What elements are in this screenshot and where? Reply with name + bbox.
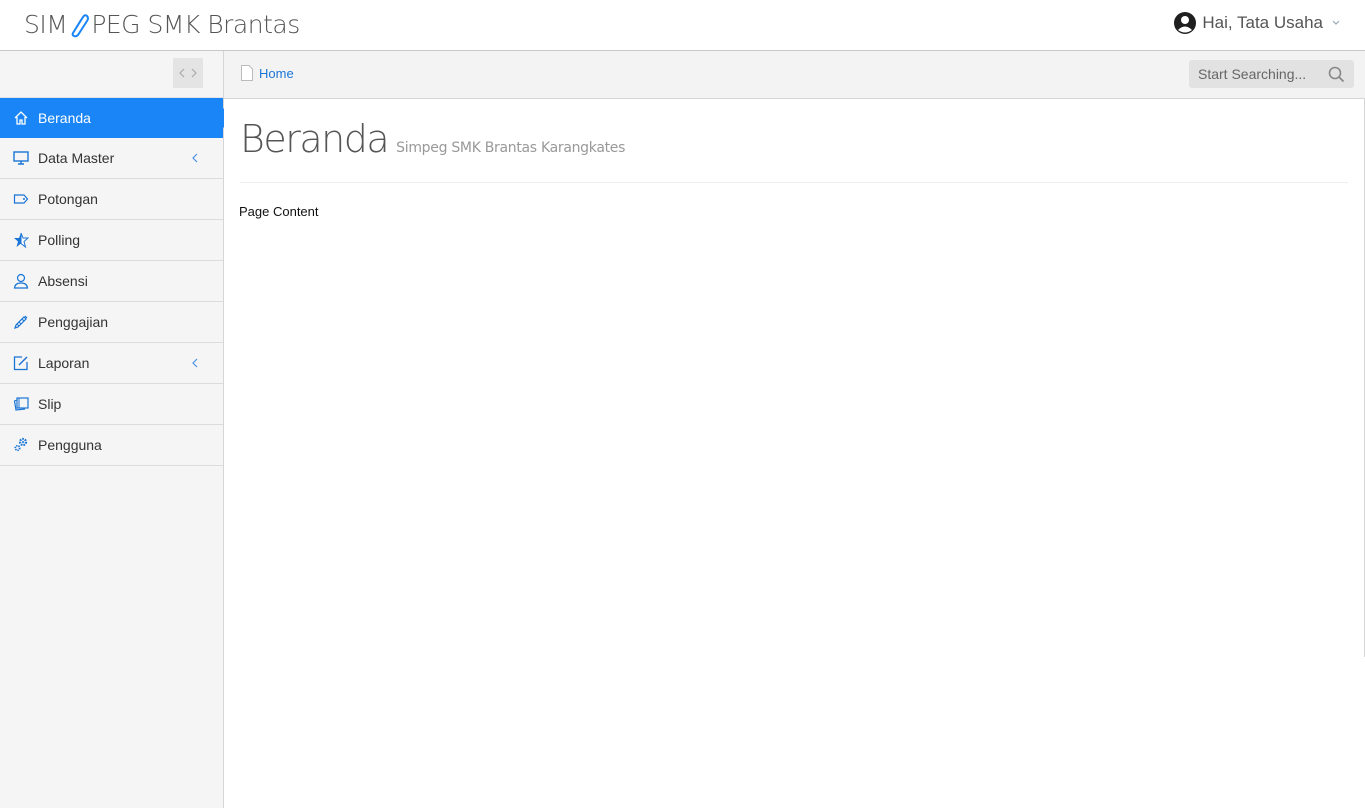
header-divider (240, 182, 1348, 183)
sidebar-item-label: Pengguna (38, 437, 102, 453)
user-menu[interactable]: Hai, Tata Usaha (1173, 11, 1341, 35)
page-body-text: Page Content (239, 204, 319, 219)
sidebar-item-slip[interactable]: Slip (0, 384, 223, 425)
home-icon (12, 109, 29, 126)
sidebar-item-beranda[interactable]: Beranda (0, 98, 233, 138)
tag-icon (12, 191, 29, 208)
sidebar-item-data-master[interactable]: Data Master (0, 138, 223, 179)
top-navbar: SIM PEG SMK Brantas Hai, Tata Usaha (0, 0, 1365, 51)
search-input[interactable] (1189, 66, 1319, 82)
sidebar-item-label: Laporan (38, 355, 90, 371)
page-subtitle: Simpeg SMK Brantas Karangkates (396, 140, 626, 156)
notes-icon (12, 396, 29, 413)
chevron-down-icon (1332, 20, 1340, 25)
breadcrumb-home-link[interactable]: Home (259, 66, 294, 81)
sidebar-item-laporan[interactable]: Laporan (0, 343, 223, 384)
sidebar-item-penggajian[interactable]: Penggajian (0, 302, 223, 343)
search-icon[interactable] (1328, 66, 1345, 83)
paperclip-icon (71, 13, 90, 37)
edit-icon (12, 355, 29, 372)
brand-prefix: SIM (24, 10, 68, 39)
brand-logo[interactable]: SIM PEG SMK Brantas (24, 10, 300, 39)
search-box (1189, 60, 1354, 88)
sidebar-item-absensi[interactable]: Absensi (0, 261, 223, 302)
sidebar-item-label: Absensi (38, 273, 88, 289)
main-content: Beranda Simpeg SMK Brantas Karangkates P… (224, 99, 1365, 657)
brand-suffix: PEG SMK Brantas (91, 10, 300, 39)
sidebar: Beranda Data Master Potongan Polling Abs… (0, 51, 233, 808)
sidebar-item-pengguna[interactable]: Pengguna (0, 425, 223, 466)
sidebar-item-label: Polling (38, 232, 81, 248)
page-title: Beranda (240, 117, 390, 161)
user-avatar-icon (1174, 12, 1197, 34)
sidebar-item-label: Potongan (38, 191, 98, 207)
sidebar-item-polling[interactable]: Polling (0, 220, 223, 261)
user-icon (12, 273, 29, 290)
monitor-icon (12, 150, 29, 167)
breadcrumb-bar: Home (224, 51, 1365, 99)
sidebar-item-label: Data Master (38, 150, 115, 166)
breadcrumb: Home (240, 65, 294, 81)
sidebar-toggle-row (0, 51, 223, 98)
file-icon (241, 65, 253, 81)
sidebar-item-label: Slip (38, 396, 62, 412)
chevron-left-icon (179, 68, 185, 78)
sidebar-item-label: Beranda (38, 109, 91, 126)
star-icon (12, 232, 29, 249)
chevron-left-icon (192, 358, 198, 368)
chevron-right-icon (191, 68, 197, 78)
pen-icon (12, 314, 29, 331)
chevron-left-icon (192, 153, 198, 163)
gears-icon (12, 437, 29, 454)
sidebar-item-label: Penggajian (38, 314, 109, 330)
page-header: Beranda Simpeg SMK Brantas Karangkates (240, 117, 625, 161)
user-greeting: Hai, Tata Usaha (1202, 13, 1323, 32)
sidebar-collapse-button[interactable] (173, 58, 203, 88)
sidebar-item-potongan[interactable]: Potongan (0, 179, 223, 220)
